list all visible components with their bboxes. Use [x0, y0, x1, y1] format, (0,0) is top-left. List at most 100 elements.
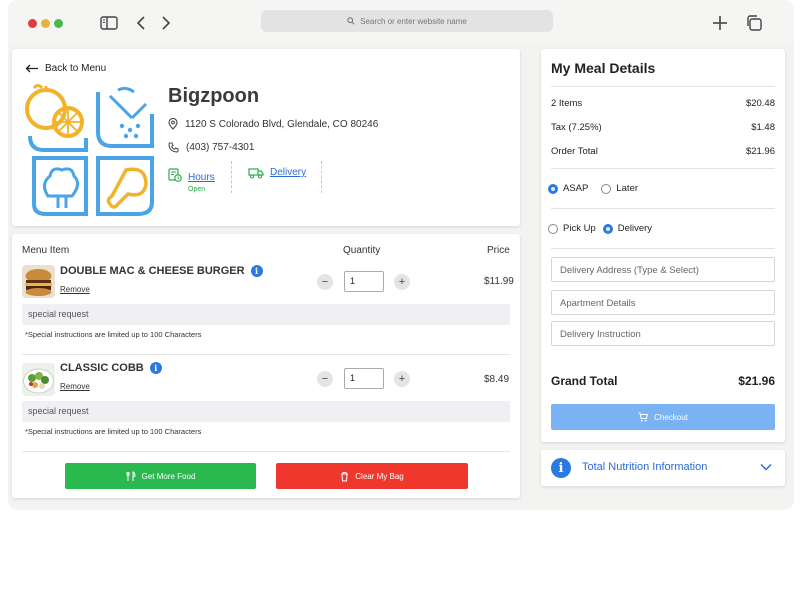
chevron-down-icon[interactable] [759, 460, 773, 474]
delivery-radio[interactable] [602, 223, 613, 234]
location-pin-icon [168, 118, 178, 130]
special-request-input[interactable]: special request [22, 304, 510, 325]
info-icon: i [551, 458, 571, 478]
clear-bag-label: Clear My Bag [355, 471, 404, 481]
sidebar-toggle-icon[interactable] [98, 12, 120, 34]
later-label[interactable]: Later [616, 183, 638, 194]
hours-link[interactable]: Hours Open [168, 161, 232, 193]
items-subtotal-row: 2 Items $20.48 [551, 98, 775, 109]
delivery-method-label[interactable]: Delivery [618, 223, 652, 234]
back-to-menu-label: Back to Menu [45, 63, 107, 74]
asap-label[interactable]: ASAP [563, 183, 588, 194]
hours-clock-icon [168, 168, 182, 182]
hours-status: Open [188, 186, 206, 193]
tax-value: $1.48 [751, 122, 775, 133]
close-window-dot[interactable] [28, 19, 37, 28]
delivery-address-input[interactable]: Delivery Address (Type & Select) [551, 257, 775, 282]
special-instructions-note: *Special instructions are limited up to … [25, 427, 202, 436]
special-instructions-note: *Special instructions are limited up to … [25, 330, 202, 339]
meal-divider [551, 248, 775, 249]
pickup-radio[interactable] [548, 223, 558, 234]
burger-image [22, 265, 55, 298]
tax-label: Tax (7.25%) [551, 122, 602, 133]
restaurant-address: 1120 S Colorado Blvd, Glendale, CO 80246 [168, 118, 378, 130]
bag-items-panel: Menu Item Quantity Price DOUBLE MAC & CH… [12, 234, 520, 498]
menu-item-header: Menu Item [22, 245, 70, 256]
timing-options: ASAP Later [548, 183, 638, 194]
delivery-instruction-input[interactable]: Delivery Instruction [551, 321, 775, 346]
items-value: $20.48 [745, 98, 775, 109]
order-total-label: Order Total [551, 146, 598, 157]
maximize-window-dot[interactable] [54, 19, 63, 28]
pickup-label[interactable]: Pick Up [563, 223, 596, 234]
back-to-menu-link[interactable]: Back to Menu [25, 63, 106, 74]
restaurant-logo [25, 84, 154, 216]
minimize-window-dot[interactable] [41, 19, 50, 28]
back-icon[interactable] [130, 12, 152, 34]
cart-icon [638, 412, 649, 422]
checkout-button[interactable]: Checkout [551, 404, 775, 430]
address-bar[interactable]: Search or enter website name [261, 10, 553, 32]
checkout-label: Checkout [654, 412, 688, 422]
item-name: CLASSIC COBB i [60, 362, 162, 375]
item-price: $8.49 [484, 374, 510, 385]
clear-bag-button[interactable]: Clear My Bag [276, 463, 468, 489]
special-request-input[interactable]: special request [22, 401, 510, 422]
delivery-link[interactable]: Delivery [232, 161, 322, 193]
get-more-food-label: Get More Food [141, 471, 196, 481]
search-icon [347, 17, 355, 25]
order-total-row: Order Total $21.96 [551, 146, 775, 157]
later-radio[interactable] [601, 183, 612, 194]
address-text: 1120 S Colorado Blvd, Glendale, CO 80246 [185, 118, 379, 130]
item-divider [22, 354, 510, 355]
grand-total-label: Grand Total [551, 374, 618, 388]
remove-link[interactable]: Remove [60, 382, 90, 391]
meal-divider [551, 208, 775, 209]
restaurant-header: Back to Menu Bigzpoon 1120 S Colorado Bl… [12, 49, 520, 226]
restaurant-name: Bigzpoon [168, 85, 260, 107]
item-name: DOUBLE MAC & CHEESE BURGER i [60, 265, 263, 278]
tax-row: Tax (7.25%) $1.48 [551, 122, 775, 133]
new-tab-icon[interactable] [709, 12, 731, 34]
asap-radio[interactable] [548, 183, 558, 194]
quantity-input[interactable]: 1 [344, 368, 384, 389]
item-name-text: CLASSIC COBB [60, 362, 144, 374]
remove-link[interactable]: Remove [60, 285, 90, 294]
price-header: Price [487, 245, 510, 256]
nutrition-label[interactable]: Total Nutrition Information [582, 461, 707, 473]
decrement-button[interactable]: − [317, 371, 333, 387]
items-label: 2 Items [551, 98, 583, 109]
arrow-left-icon [25, 64, 38, 73]
meal-divider [551, 168, 775, 169]
address-placeholder: Search or enter website name [360, 16, 467, 26]
order-total-value: $21.96 [745, 146, 775, 157]
hours-label[interactable]: Hours [188, 172, 215, 183]
quantity-input[interactable]: 1 [344, 271, 384, 292]
get-more-food-button[interactable]: Get More Food [65, 463, 256, 489]
restaurant-links: Hours Open Delivery [168, 161, 322, 193]
item-info-icon[interactable]: i [149, 362, 162, 375]
grand-total-row: Grand Total $21.96 [551, 374, 775, 388]
meal-details-title: My Meal Details [551, 60, 656, 76]
phone-text: (403) 757-4301 [186, 142, 255, 153]
tabs-overview-icon[interactable] [743, 12, 765, 34]
method-options: Pick Up Delivery [548, 223, 652, 234]
meal-divider [551, 86, 775, 87]
increment-button[interactable]: + [394, 274, 410, 290]
decrement-button[interactable]: − [317, 274, 333, 290]
item-name-text: DOUBLE MAC & CHEESE BURGER [60, 265, 245, 277]
delivery-truck-icon [248, 168, 264, 179]
utensils-icon [126, 470, 136, 481]
nutrition-accordion[interactable]: i Total Nutrition Information [541, 450, 785, 486]
trash-icon [341, 471, 349, 481]
grand-total-value: $21.96 [738, 374, 775, 388]
restaurant-phone: (403) 757-4301 [168, 142, 254, 153]
delivery-label[interactable]: Delivery [270, 167, 306, 179]
increment-button[interactable]: + [394, 371, 410, 387]
item-info-icon[interactable]: i [250, 265, 263, 278]
forward-icon[interactable] [155, 12, 177, 34]
phone-icon [168, 142, 179, 153]
apartment-details-input[interactable]: Apartment Details [551, 290, 775, 315]
browser-toolbar: Search or enter website name [8, 0, 794, 44]
item-divider [22, 451, 510, 452]
